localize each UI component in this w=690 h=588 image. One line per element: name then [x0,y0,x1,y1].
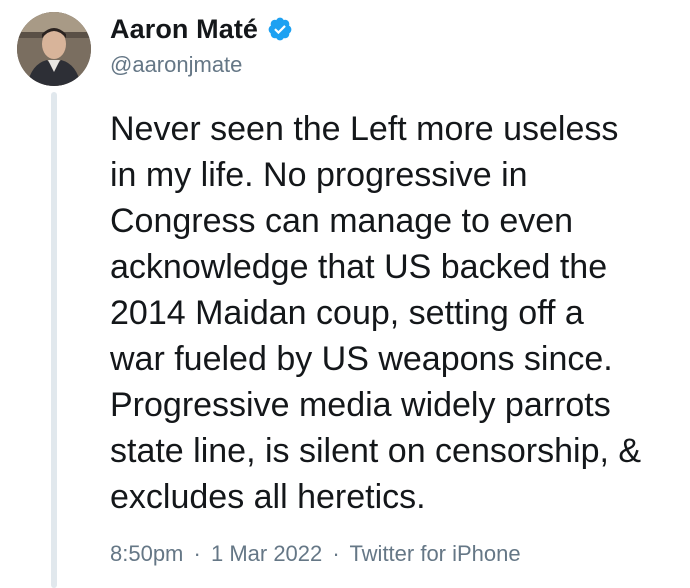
verified-badge-icon [267,16,293,42]
meta-separator: · [332,541,340,566]
tweet-text-line: Never seen the Left more useless [110,110,619,148]
profile-photo-icon [17,12,91,86]
thread-connector-line [51,92,57,588]
tweet-text-line: acknowledge that US backed the [110,248,608,286]
tweet-source[interactable]: Twitter for iPhone [349,541,520,566]
tweet-text: Never seen the Left more useless in my l… [110,106,680,520]
tweet-metadata: 8:50pm · 1 Mar 2022 · Twitter for iPhone [110,541,521,567]
tweet-time[interactable]: 8:50pm [110,541,183,566]
meta-separator: · [193,541,201,566]
tweet-text-line: state line, is silent on censorship, & [110,432,642,470]
author-name-row: Aaron Maté [110,12,293,46]
avatar[interactable] [17,12,91,86]
author-handle[interactable]: @aaronjmate [110,52,242,78]
tweet-text-line: Congress can manage to even [110,202,574,240]
tweet-text-line: 2014 Maidan coup, setting off a [110,294,584,332]
tweet-text-line: Progressive media widely parrots [110,386,611,424]
tweet-text-line: excludes all heretics. [110,478,426,516]
tweet-date[interactable]: 1 Mar 2022 [211,541,322,566]
tweet-text-line: war fueled by US weapons since. [110,340,613,378]
tweet-text-line: in my life. No progressive in [110,156,528,194]
author-display-name[interactable]: Aaron Maté [110,14,258,45]
